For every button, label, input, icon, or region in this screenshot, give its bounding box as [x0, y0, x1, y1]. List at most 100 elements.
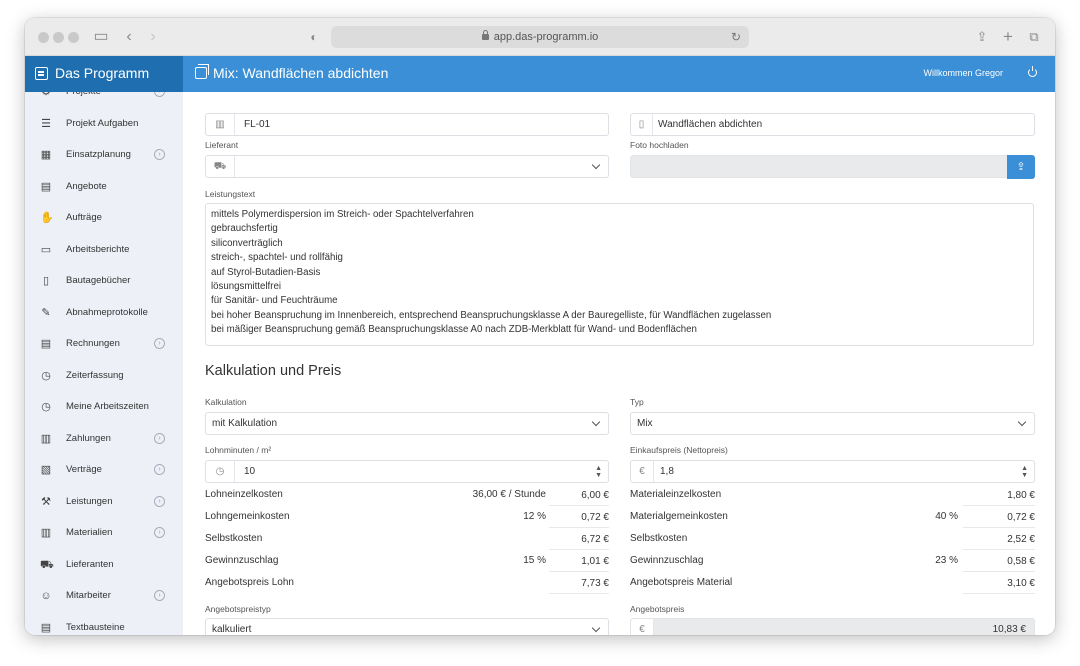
calc-row-amount: 0,72 € — [549, 508, 609, 528]
euro-icon: € — [631, 461, 654, 482]
sidebar-toggle-icon[interactable]: ▭ — [93, 27, 109, 47]
new-tab-icon[interactable]: + — [1001, 27, 1015, 47]
calc-row-amount: 6,00 € — [549, 486, 609, 506]
sidebar-item[interactable]: ▥ Materialien › — [25, 518, 183, 549]
calc-row: Angebotspreis Lohn 7,73 € — [205, 574, 609, 594]
calc-row-label: Lohneinzelkosten — [205, 489, 283, 500]
privacy-shield-icon[interactable]: ◐ — [307, 27, 321, 47]
lohnminuten-input[interactable]: ◷ 10 ▲ ▼ — [205, 460, 609, 483]
sidebar-item[interactable]: ▭ Arbeitsberichte — [25, 235, 183, 266]
clock-icon: ◷ — [206, 461, 235, 482]
sidebar-item[interactable]: ✋ Aufträge — [25, 203, 183, 234]
sidebar-item[interactable]: ▤ Textbausteine — [25, 613, 183, 636]
chevron-right-icon[interactable]: › — [154, 149, 165, 160]
description-line: siliconverträglich — [211, 237, 283, 249]
code-input[interactable]: ▥ FL-01 — [205, 113, 609, 136]
description-line: auf Styrol-Butadien-Basis — [211, 266, 321, 278]
chevron-down-icon — [591, 417, 601, 427]
calc-row-amount: 6,72 € — [549, 530, 609, 550]
photo-file-field[interactable] — [630, 155, 1008, 178]
sidebar-item[interactable]: ▥ Zahlungen › — [25, 424, 183, 455]
angebotspreis-value: 10,83 € — [992, 624, 1026, 635]
report-icon: ▭ — [40, 243, 52, 256]
code-value: FL-01 — [244, 119, 271, 130]
upload-button[interactable]: ⇪ — [1007, 155, 1035, 179]
calc-row: Lohneinzelkosten 36,00 € / Stunde 6,00 € — [205, 486, 609, 506]
chevron-right-icon[interactable]: › — [154, 527, 165, 538]
forward-icon[interactable]: › — [147, 27, 159, 47]
calc-row-rate: 40 % — [935, 511, 958, 522]
name-input[interactable]: ▯ Wandflächen abdichten — [630, 113, 1035, 136]
invoice-icon: ▤ — [40, 338, 52, 350]
projects-icon: ⚙ — [41, 92, 51, 98]
zoom-window-button[interactable] — [68, 32, 79, 43]
app-logo-icon — [35, 67, 48, 80]
lohnminuten-value: 10 — [244, 466, 256, 477]
book-icon: ▯ — [42, 275, 50, 287]
sidebar-item[interactable]: ▧ Verträge › — [25, 455, 183, 486]
sidebar-item[interactable]: ⛟ Lieferanten — [25, 550, 183, 581]
einkaufspreis-value: 1,8 — [660, 466, 674, 477]
minimize-window-button[interactable] — [53, 32, 64, 43]
close-window-button[interactable] — [38, 32, 49, 43]
sidebar-item[interactable]: ▯ Bautagebücher — [25, 266, 183, 297]
angebotspreistyp-label: Angebotspreistyp — [205, 604, 271, 614]
description-line: streich-, spachtel- und rollfähig — [211, 252, 343, 264]
sidebar-item[interactable]: ⚙ Projekte › — [25, 92, 183, 108]
sidebar-nav: ⚙ Projekte › ☰ Projekt Aufgaben ▦ Einsatzplanu… — [25, 92, 183, 635]
calc-row: Angebotspreis Material 3,10 € — [630, 574, 1035, 594]
chevron-right-icon[interactable]: › — [154, 464, 165, 475]
sidebar-item[interactable]: ◷ Zeiterfassung — [25, 361, 183, 392]
sidebar-item-label: Materialien — [66, 527, 113, 538]
sidebar-item[interactable]: ▤ Rechnungen › — [25, 329, 183, 360]
sidebar-item[interactable]: ☰ Projekt Aufgaben — [25, 109, 183, 140]
supplier-select[interactable]: ⛟ — [205, 155, 609, 178]
description-line: bei hoher Beanspruchung im Innenbereich,… — [211, 309, 772, 321]
number-stepper-icon[interactable]: ▲ ▼ — [1021, 465, 1028, 479]
description-line: mittels Polymerdispersion im Streich- od… — [211, 209, 474, 220]
share-icon[interactable]: ⇪ — [975, 27, 989, 47]
address-bar[interactable]: app.das-programm.io ↻ — [331, 26, 749, 48]
tab-overview-icon[interactable]: ⧉ — [1027, 27, 1041, 47]
sidebar-item[interactable]: ☺ Mitarbeiter › — [25, 581, 183, 612]
calc-row: Materialeinzelkosten 1,80 € — [630, 486, 1035, 506]
sidebar-item[interactable]: ▦ Einsatzplanung › — [25, 140, 183, 171]
cash-register-icon: ▥ — [40, 432, 52, 445]
calculator-icon: ▤ — [40, 180, 52, 193]
sidebar-item[interactable]: ✎ Abnahmeprotokolle — [25, 298, 183, 329]
sidebar-item-label: Textbausteine — [66, 621, 125, 633]
back-icon[interactable]: ‹ — [123, 27, 135, 47]
sidebar-item[interactable]: ◷ Meine Arbeitszeiten — [25, 392, 183, 423]
einkaufspreis-input[interactable]: € 1,8 ▲ ▼ — [630, 460, 1035, 483]
sidebar-item-label: Lieferanten — [66, 558, 114, 570]
calc-row: Gewinnzuschlag 15 % 1,01 € — [205, 552, 609, 572]
sidebar-item-label: Bautagebücher — [66, 275, 131, 286]
calc-row-rate: 23 % — [935, 555, 958, 566]
angebotspreistyp-select[interactable]: kalkuliert — [205, 618, 609, 635]
description-textarea[interactable]: mittels Polymerdispersion im Streich- od… — [205, 203, 1034, 346]
chevron-down-icon — [1017, 417, 1027, 427]
sidebar-item[interactable]: ⚒ Leistungen › — [25, 487, 183, 518]
angebotspreis-field: € 10,83 € — [630, 618, 1035, 635]
logout-power-icon[interactable] — [1028, 66, 1037, 77]
sidebar-item-label: Projekte — [66, 92, 101, 97]
sidebar-item-label: Verträge — [66, 464, 102, 475]
typ-select[interactable]: Mix — [630, 412, 1035, 435]
angebotspreistyp-value: kalkuliert — [212, 624, 252, 635]
main-content: ▥ FL-01 ▯ Wandflächen abdichten Lieferan… — [183, 92, 1055, 635]
chevron-right-icon[interactable]: › — [154, 495, 165, 507]
chevron-right-icon[interactable]: › — [154, 432, 165, 444]
chevron-right-icon[interactable]: › — [154, 338, 165, 349]
reload-icon[interactable]: ↻ — [731, 26, 741, 48]
brand-header[interactable]: Das Programm — [25, 56, 183, 92]
number-stepper-icon[interactable]: ▲ ▼ — [595, 465, 602, 479]
kalkulation-label: Kalkulation — [205, 397, 247, 407]
calc-row-amount: 2,52 € — [963, 530, 1035, 550]
sidebar-item[interactable]: ▤ Angebote — [25, 172, 183, 203]
kalkulation-select[interactable]: mit Kalkulation — [205, 412, 609, 435]
chevron-right-icon[interactable]: › — [154, 590, 165, 601]
barcode-icon: ▥ — [40, 527, 52, 539]
calc-row: Lohngemeinkosten 12 % 0,72 € — [205, 508, 609, 528]
chevron-right-icon[interactable]: › — [154, 92, 165, 97]
sidebar-item-label: Zeiterfassung — [66, 369, 124, 381]
